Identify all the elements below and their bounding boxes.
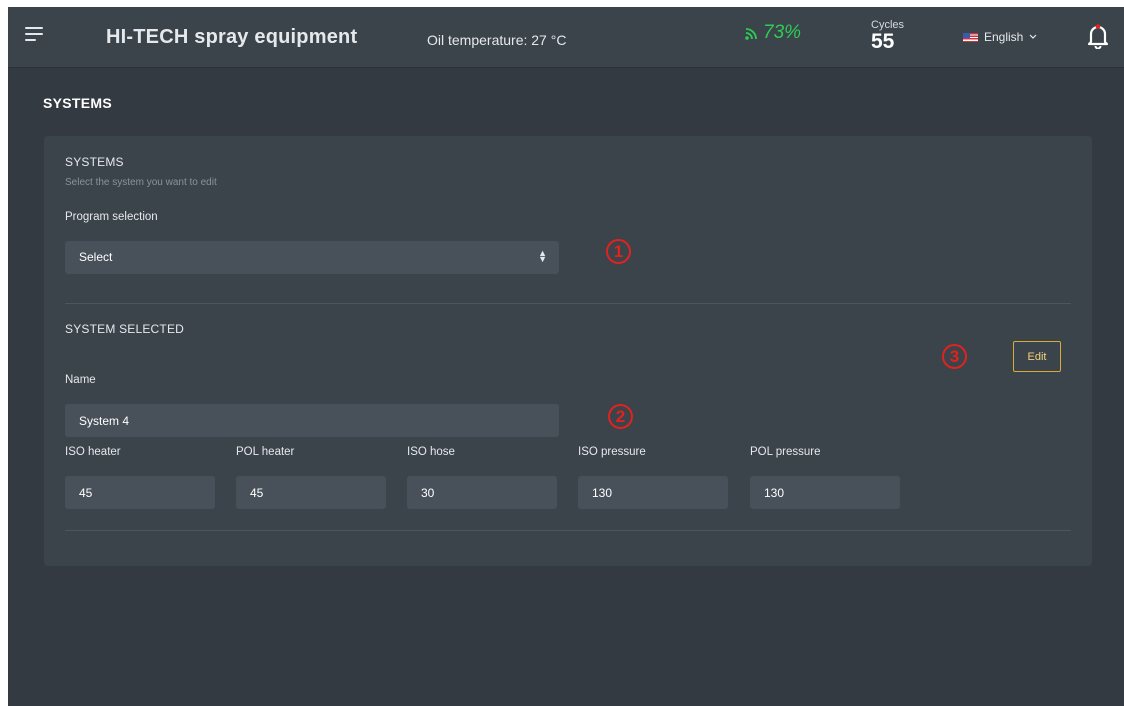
language-selector[interactable]: English — [963, 30, 1037, 44]
cycles-counter: Cycles 55 — [871, 19, 904, 54]
systems-card: SYSTEMS Select the system you want to ed… — [44, 136, 1092, 566]
annotation-marker-3: 3 — [942, 344, 967, 369]
signal-icon — [745, 28, 757, 40]
top-bar: HI-TECH spray equipment Oil temperature:… — [8, 7, 1124, 68]
system-selected-title: SYSTEM SELECTED — [65, 322, 185, 336]
app-title: HI-TECH spray equipment — [106, 26, 358, 48]
iso-heater-field[interactable] — [65, 476, 215, 509]
name-label: Name — [65, 374, 96, 386]
app-window: HI-TECH spray equipment Oil temperature:… — [8, 7, 1124, 706]
menu-icon[interactable] — [25, 27, 43, 41]
chevron-down-icon — [1029, 34, 1037, 39]
signal-indicator: 73% — [745, 22, 801, 44]
page-title: SYSTEMS — [43, 95, 113, 111]
program-select-value: Select — [79, 250, 113, 264]
cycles-value: 55 — [871, 30, 895, 53]
bell-icon[interactable] — [1086, 23, 1110, 49]
program-selection-label: Program selection — [65, 211, 158, 223]
annotation-marker-2: 2 — [608, 404, 633, 429]
select-arrows-icon: ▲ ▼ — [538, 248, 547, 264]
pol-pressure-label: POL pressure — [750, 446, 821, 458]
pol-heater-label: POL heater — [236, 446, 295, 458]
pol-heater-field[interactable] — [236, 476, 386, 509]
systems-section-hint: Select the system you want to edit — [65, 177, 217, 188]
pol-pressure-field[interactable] — [750, 476, 900, 509]
annotation-marker-1: 1 — [606, 239, 631, 264]
iso-heater-label: ISO heater — [65, 446, 121, 458]
language-label: English — [984, 30, 1024, 44]
oil-temperature: Oil temperature: 27 °C — [427, 32, 567, 48]
signal-percent: 73% — [763, 22, 802, 43]
bottom-divider — [65, 530, 1071, 531]
edit-button[interactable]: Edit — [1013, 341, 1061, 372]
name-field[interactable] — [65, 404, 559, 437]
iso-hose-label: ISO hose — [407, 446, 455, 458]
program-select[interactable]: Select ▲ ▼ — [65, 241, 559, 274]
iso-hose-field[interactable] — [407, 476, 557, 509]
systems-section-title: SYSTEMS — [65, 155, 124, 169]
iso-pressure-field[interactable] — [578, 476, 728, 509]
iso-pressure-label: ISO pressure — [578, 446, 646, 458]
flag-icon — [963, 32, 978, 42]
section-divider — [65, 303, 1071, 304]
